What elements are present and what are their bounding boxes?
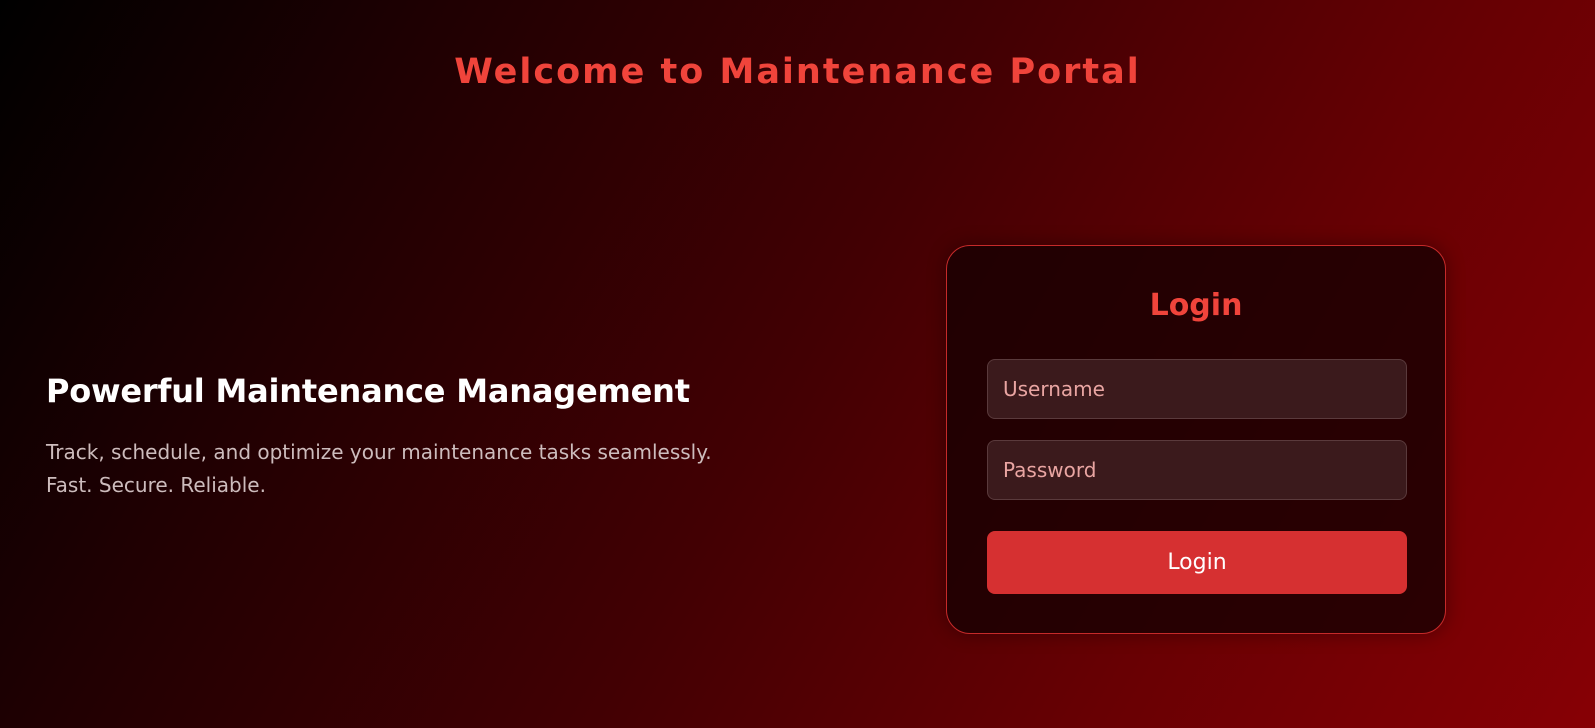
password-input[interactable] <box>987 440 1407 500</box>
hero-description-line-1: Track, schedule, and optimize your maint… <box>46 440 712 464</box>
hero-section: Powerful Maintenance Management Track, s… <box>46 372 806 502</box>
hero-description: Track, schedule, and optimize your maint… <box>46 436 806 502</box>
login-title: Login <box>1149 288 1243 323</box>
login-card: Login Login <box>946 245 1446 634</box>
hero-title: Powerful Maintenance Management <box>46 372 690 410</box>
login-button[interactable]: Login <box>987 531 1407 594</box>
hero-description-line-2: Fast. Secure. Reliable. <box>46 473 266 497</box>
username-input[interactable] <box>987 359 1407 419</box>
page-title: Welcome to Maintenance Portal <box>454 52 1141 92</box>
